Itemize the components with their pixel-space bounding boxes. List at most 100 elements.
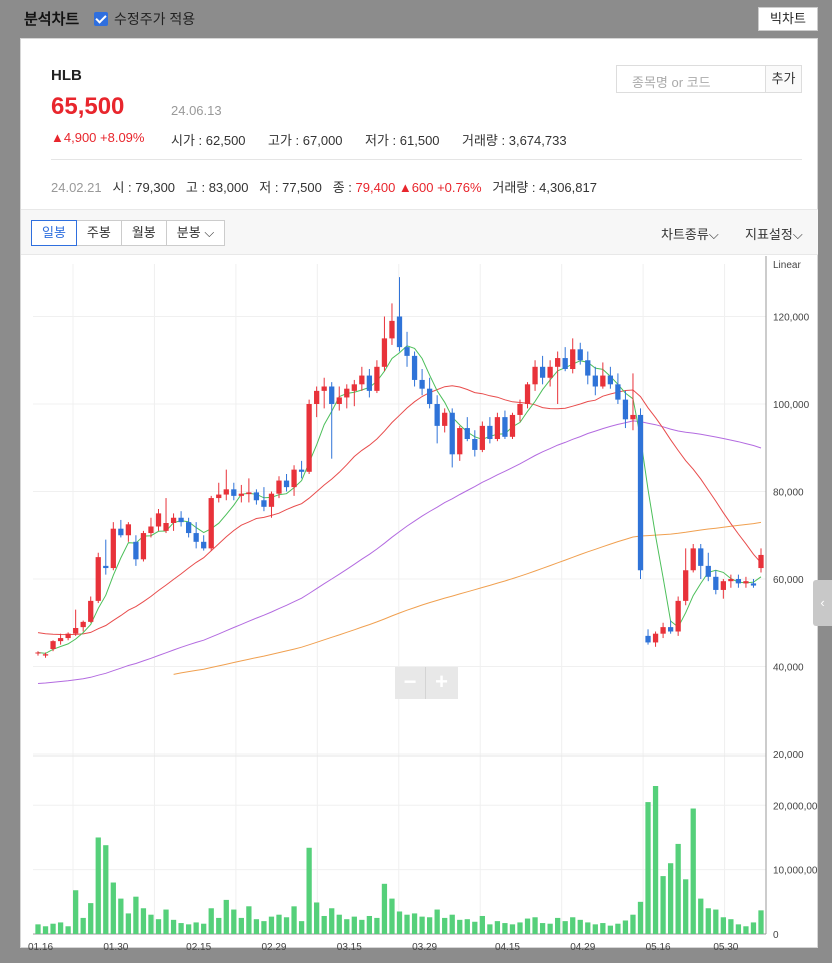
volume-bar <box>155 919 162 934</box>
candle-body <box>517 404 523 415</box>
volume-bar <box>223 899 229 934</box>
candle-body <box>321 386 327 391</box>
candle-body <box>148 526 154 534</box>
stock-name: HLB <box>51 67 82 84</box>
zoom-out-button[interactable]: − <box>395 667 426 699</box>
candle-body <box>615 384 621 400</box>
candle-body <box>487 425 493 439</box>
candle-body <box>35 652 41 654</box>
candle-body <box>713 576 719 590</box>
adjusted-price-toggle[interactable]: 수정주가 적용 <box>94 9 195 29</box>
volume-bar <box>321 915 327 934</box>
volume-bar <box>607 925 614 934</box>
volume-bar <box>600 923 606 934</box>
candle-body <box>88 600 94 622</box>
candle-body <box>532 366 538 385</box>
tab-minute[interactable]: 분봉 ⌵ <box>166 220 226 246</box>
candle-body <box>253 492 260 501</box>
candle-body <box>95 557 101 601</box>
price-volume-chart[interactable]: Linear 120,000 100,000 80,000 60,000 40,000 20… <box>21 256 818 956</box>
candle-body <box>743 581 749 584</box>
candle-body <box>630 414 636 420</box>
chart-toolbar: 일봉 주봉 월봉 분봉 ⌵ 차트종류⌵ 지표설정⌵ <box>21 209 818 255</box>
volume-bar <box>728 919 734 934</box>
candle-body <box>329 386 335 404</box>
high-value: 67,000 <box>302 133 343 148</box>
volume-bar <box>615 923 621 934</box>
volume-bar <box>246 906 252 934</box>
volume-bar <box>73 890 79 934</box>
volume-bar <box>148 914 154 934</box>
side-panel-toggle[interactable]: ‹ <box>813 580 832 626</box>
chart-type-dropdown[interactable]: 차트종류⌵ <box>661 224 719 243</box>
candle-body <box>336 397 342 404</box>
stock-search-input[interactable]: 종목명 or 코드 <box>616 65 766 93</box>
candle-body <box>622 399 629 420</box>
y-tick-label: 60,000 <box>773 575 804 586</box>
volume-bar <box>125 913 132 934</box>
chevron-down-icon: ⌵ <box>204 225 215 240</box>
low-stat: 저가 : 61,500 <box>365 133 440 148</box>
volume-bar <box>193 922 199 934</box>
volume-bar <box>750 922 757 934</box>
x-tick-label: 04.29 <box>570 942 595 953</box>
ma5-line <box>37 345 762 654</box>
volume-bar <box>517 922 523 934</box>
zoom-in-button[interactable]: + <box>426 667 457 699</box>
compare-info: 24.02.21 시 : 79,300 고 : 83,000 저 : 77,50… <box>51 180 597 195</box>
candle-body <box>607 375 614 385</box>
volume-bar <box>667 863 674 934</box>
big-chart-button[interactable]: 빅차트 <box>758 7 818 31</box>
candle-body <box>50 641 56 649</box>
candle-body <box>133 541 139 560</box>
compare-high: 83,000 <box>208 180 249 195</box>
candle-body <box>306 404 312 472</box>
candle-body <box>110 528 116 569</box>
chart-panel: HLB 65,500 24.06.13 ▲4,900 +8.09% 시가 : 6… <box>20 38 818 953</box>
candle-body <box>178 517 184 523</box>
candle-body <box>683 570 689 601</box>
tab-weekly[interactable]: 주봉 <box>76 220 122 246</box>
tab-daily[interactable]: 일봉 <box>31 220 77 246</box>
volume-bar <box>283 917 290 934</box>
volume-bar <box>329 908 335 934</box>
volume-bar <box>705 908 711 934</box>
add-stock-button[interactable]: 추가 <box>765 65 802 93</box>
candle-body <box>494 417 501 439</box>
volume-bar <box>690 808 696 934</box>
y-tick-label: 120,000 <box>773 313 810 324</box>
chart-type-label: 차트종류 <box>661 227 709 242</box>
volume-bar <box>622 920 629 934</box>
volume-bar <box>374 917 380 934</box>
candle-body <box>667 627 674 632</box>
volume-bar <box>80 917 86 934</box>
candle-body <box>449 412 455 455</box>
volume-bar <box>216 917 222 934</box>
candle-body <box>464 428 470 439</box>
volume-bar <box>683 879 689 934</box>
x-tick-label: 05.16 <box>646 942 671 953</box>
volume-bar <box>268 916 275 934</box>
volume-bar <box>238 917 244 934</box>
volume-bar <box>50 923 56 934</box>
candle-body <box>389 320 395 339</box>
candle-body <box>103 565 109 569</box>
tab-monthly[interactable]: 월봉 <box>121 220 167 246</box>
compare-change: ▲600 +0.76% <box>398 180 482 195</box>
volume-bar <box>231 909 237 934</box>
volume-bar <box>411 913 418 934</box>
volume-bar <box>298 921 305 934</box>
candle-body <box>758 554 764 569</box>
volume-label: 거래량 <box>462 133 498 148</box>
volume-bar <box>366 915 373 934</box>
volume-bar <box>306 847 312 934</box>
candle-body <box>750 583 757 586</box>
candle-body <box>314 390 320 404</box>
candle-body <box>524 384 531 404</box>
indicator-settings-dropdown[interactable]: 지표설정⌵ <box>745 224 803 243</box>
checkbox-checked-icon[interactable] <box>94 12 108 26</box>
volume-bar <box>570 917 576 934</box>
low-value: 61,500 <box>399 133 440 148</box>
volume-bar <box>509 924 516 934</box>
candle-body <box>268 493 275 507</box>
